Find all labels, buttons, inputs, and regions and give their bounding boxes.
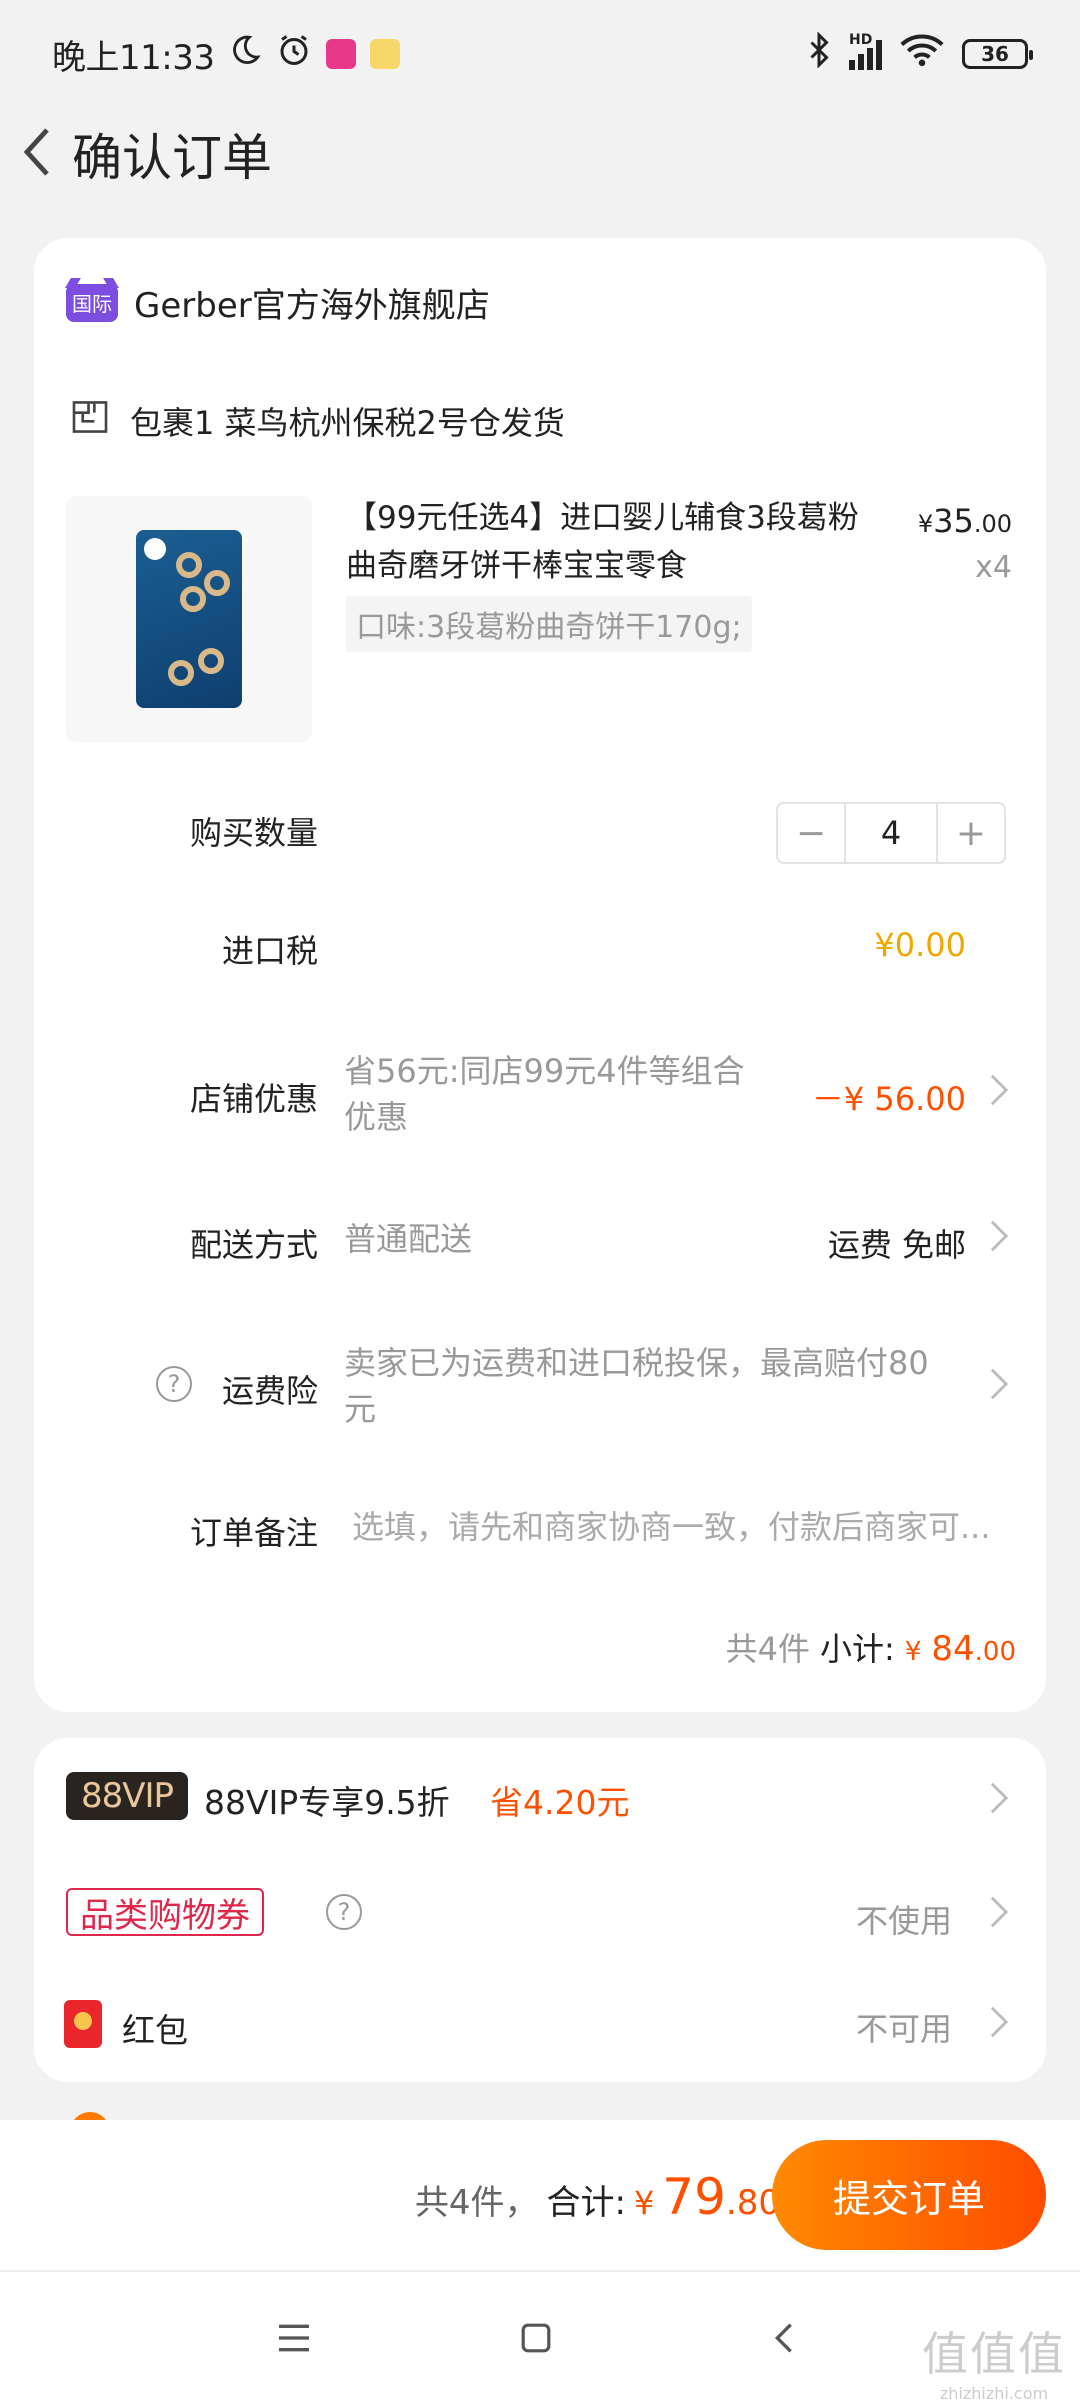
help-icon[interactable]: ? — [156, 1366, 192, 1402]
quantity-stepper[interactable]: − 4 + — [776, 802, 1006, 864]
system-nav-bar — [0, 2270, 1080, 2400]
tmall-global-icon: 国际 — [66, 283, 118, 322]
status-time: 晚上11:33 — [52, 37, 215, 78]
store-row[interactable]: 国际 Gerber官方海外旗舰店 — [66, 278, 490, 327]
subtotal-label: 小计: — [820, 1630, 895, 1668]
chevron-right-icon[interactable] — [990, 1074, 1010, 1106]
app-header: 确认订单 — [0, 108, 1080, 200]
chevron-left-icon — [23, 126, 51, 182]
status-bar: 晚上11:33 HD 36 — [0, 0, 1080, 108]
checkout-bar: 共4件， 合计: ¥79.80 提交订单 — [0, 2120, 1080, 2270]
shipping-insurance-desc: 卖家已为运费和进口税投保，最高赔付80元 — [344, 1344, 929, 1428]
app-notification-icon — [326, 39, 357, 69]
product-price: ¥35.00 — [917, 502, 1012, 540]
back-button[interactable] — [6, 108, 68, 200]
back-nav-icon[interactable] — [764, 2318, 804, 2358]
page-title: 确认订单 — [72, 129, 272, 187]
product-quantity: x4 — [975, 550, 1012, 585]
product-image[interactable] — [66, 496, 312, 742]
import-tax-label: 进口税 — [221, 932, 318, 970]
package-row: 包裹1 菜鸟杭州保税2号仓发货 — [72, 398, 565, 444]
app-notification-icon-2 — [370, 39, 401, 69]
bluetooth-icon — [807, 30, 831, 77]
delivery-desc: 普通配送 — [344, 1220, 473, 1258]
store-discount-value[interactable]: －¥ 56.00 — [812, 1074, 966, 1120]
red-packet-icon — [64, 2000, 102, 2048]
88vip-badge: 88VIP — [66, 1772, 188, 1820]
chevron-right-icon[interactable] — [990, 2006, 1010, 2038]
coupon-value[interactable]: 不使用 — [856, 1896, 952, 1942]
quantity-value[interactable]: 4 — [844, 804, 938, 862]
vip-save-amount: 省4.20元 — [490, 1783, 630, 1822]
battery-icon: 36 — [962, 39, 1033, 69]
help-icon[interactable]: ? — [326, 1894, 362, 1930]
category-coupon-badge[interactable]: 品类购物券 — [66, 1888, 264, 1936]
watermark: 值值值 zhizhizhi.com — [922, 2327, 1066, 2400]
order-card: 国际 Gerber官方海外旗舰店 包裹1 菜鸟杭州保税2号仓发货 【99元任选4… — [34, 238, 1046, 1712]
delivery-label: 配送方式 — [189, 1226, 318, 1264]
subtotal-count: 共4件 — [725, 1630, 811, 1668]
chevron-right-icon[interactable] — [990, 1220, 1010, 1252]
submit-order-button[interactable]: 提交订单 — [772, 2140, 1046, 2250]
quantity-label: 购买数量 — [189, 814, 318, 852]
wifi-icon — [900, 33, 944, 76]
store-discount-label: 店铺优惠 — [189, 1080, 318, 1118]
product-package-illustration — [136, 530, 242, 708]
total-label: 合计: — [546, 2183, 626, 2223]
order-note-input[interactable]: 选填，请先和商家协商一致，付款后商家可... — [352, 1504, 1012, 1550]
red-packet-label: 红包 — [122, 2011, 188, 2050]
red-packet-value[interactable]: 不可用 — [856, 2004, 952, 2050]
decrement-button[interactable]: − — [778, 804, 844, 862]
chevron-right-icon[interactable] — [990, 1782, 1010, 1814]
shipping-insurance-label: 运费险 — [221, 1372, 318, 1410]
delivery-value[interactable]: 运费 免邮 — [828, 1220, 966, 1266]
subtotal-amount: 84 — [931, 1629, 975, 1669]
total-amount: 79 — [662, 2168, 726, 2226]
product-spec: 口味:3段葛粉曲奇饼干170g; — [346, 596, 752, 652]
store-name: Gerber官方海外旗舰店 — [134, 286, 490, 326]
network-type: HD — [849, 32, 873, 48]
signal-icon: HD — [849, 32, 882, 70]
import-tax-value: ¥0.00 — [874, 926, 966, 964]
order-total: 共4件， 合计: ¥79.80 — [414, 2168, 780, 2226]
order-note-label: 订单备注 — [189, 1514, 318, 1552]
total-count: 共4件， — [414, 2183, 539, 2223]
product-title[interactable]: 【99元任选4】进口婴儿辅食3段葛粉曲奇磨牙饼干棒宝宝零食 — [346, 494, 886, 590]
menu-icon[interactable] — [274, 2318, 314, 2358]
increment-button[interactable]: + — [938, 804, 1004, 862]
package-icon — [72, 401, 108, 441]
home-icon[interactable] — [516, 2318, 556, 2358]
package-label: 包裹1 菜鸟杭州保税2号仓发货 — [130, 404, 565, 442]
moon-icon — [228, 33, 262, 76]
vip-discount-label[interactable]: 88VIP专享9.5折 — [204, 1776, 450, 1824]
subtotal: 共4件 小计: ¥84.00 — [726, 1624, 1016, 1670]
alarm-icon — [276, 32, 312, 77]
store-discount-desc: 省56元:同店99元4件等组合优惠 — [344, 1052, 745, 1136]
chevron-right-icon[interactable] — [990, 1368, 1010, 1400]
benefits-card: 88VIP 88VIP专享9.5折 省4.20元 品类购物券 ? 不使用 红包 … — [34, 1738, 1046, 2082]
chevron-right-icon[interactable] — [990, 1896, 1010, 1928]
